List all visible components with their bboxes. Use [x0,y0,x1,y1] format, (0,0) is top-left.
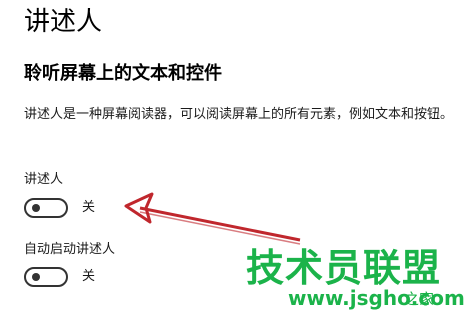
auto-start-toggle-state: 关 [82,269,96,284]
narrator-toggle-row: 关 [24,198,95,218]
toggle-knob [32,273,40,281]
auto-start-toggle-row: 关 [24,267,95,287]
toggle-knob [32,204,40,212]
watermark-home-label: 之家 [404,290,435,308]
watermark-url: www.jsgho.com [288,286,465,310]
narrator-setting-label: 讲述人 [24,172,64,187]
watermark-logo: 技术员联盟 [246,246,442,290]
page-title: 讲述人 [24,7,103,37]
narrator-toggle-state: 关 [82,200,96,215]
section-subtitle: 聆听屏幕上的文本和控件 [24,63,222,84]
description-text: 讲述人是一种屏幕阅读器，可以阅读屏幕上的所有元素，例如文本和按钮。 [24,107,454,122]
narrator-toggle-switch[interactable] [24,198,68,218]
auto-start-narrator-label: 自动启动讲述人 [24,242,116,257]
auto-start-toggle-switch[interactable] [24,267,68,287]
